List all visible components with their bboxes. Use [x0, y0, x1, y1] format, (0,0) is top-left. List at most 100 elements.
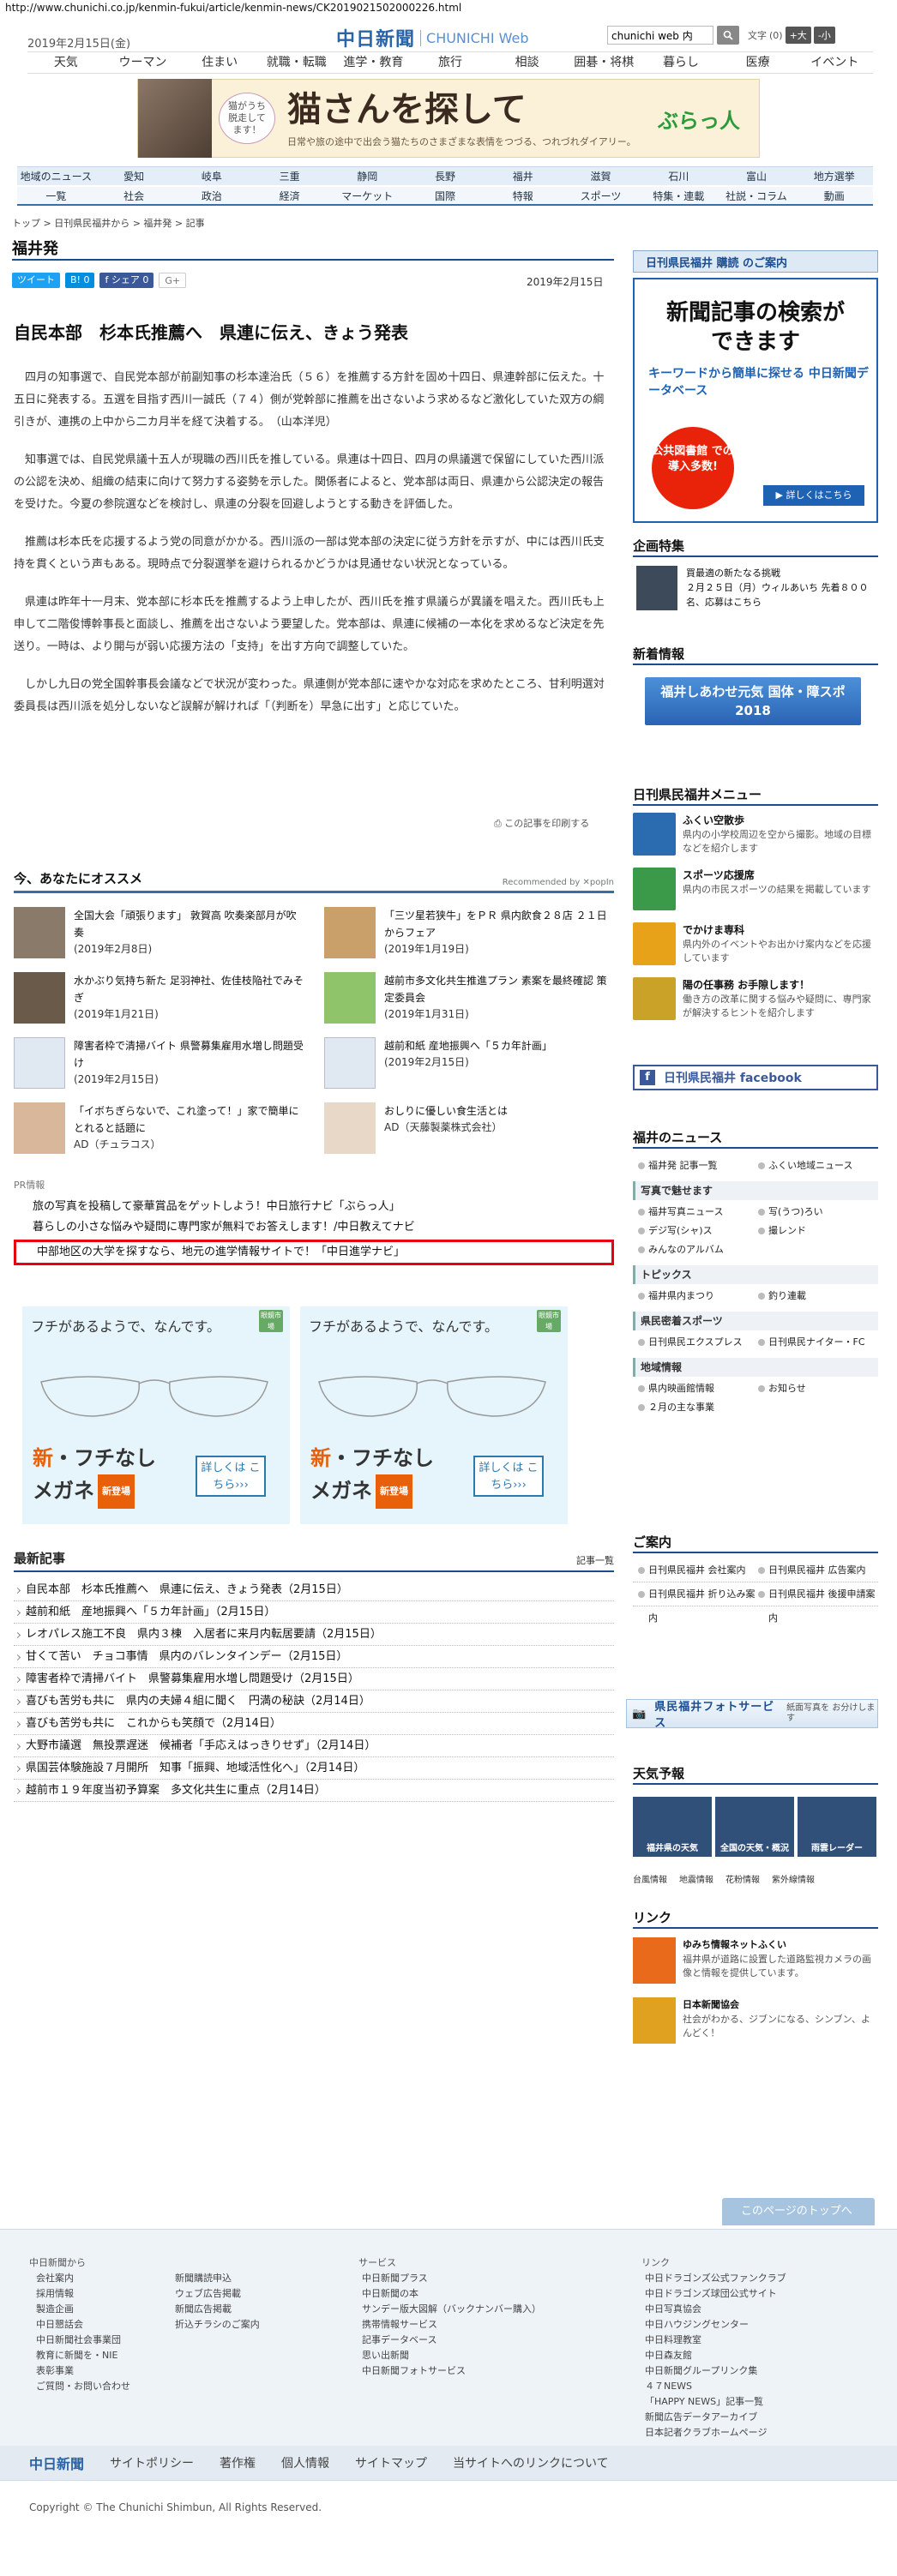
weather-link[interactable]: 紫外線情報 [772, 1872, 815, 1885]
genre-nav-item[interactable]: 動画 [795, 187, 873, 204]
global-nav-item[interactable]: 囲碁・将棋 [565, 52, 642, 73]
latest-item[interactable]: 喜びも苦労も共に これからも笑顔で（2月14日） [14, 1713, 614, 1735]
guide-link[interactable]: 日刊県民福井 折り込み案内 [638, 1582, 758, 1630]
recommend-card[interactable]: 全国大会「頑張ります」 敦賀高 吹奏楽部月が吹奏 (2019年2月8日) [14, 907, 304, 960]
footer-link[interactable]: 「HAPPY NEWS」記事一覧 [645, 2394, 882, 2410]
regional-nav-item[interactable]: 地域のニュース [17, 167, 95, 185]
regional-nav-item[interactable]: 愛知 [95, 167, 173, 185]
subscribe-banner[interactable]: 日刊県民福井 購読 のご案内 [633, 250, 878, 273]
footer-bar-link[interactable]: サイトマップ [355, 2454, 427, 2471]
facebook-share-button[interactable]: f シェア 0 [99, 273, 154, 288]
glasses-ad[interactable]: 眼鏡市場 フチがあるようで、なんです。 新・フチなし メガネ 新登場 詳しくは こち… [300, 1306, 568, 1524]
genre-nav-item[interactable]: 国際 [406, 187, 485, 204]
footer-bar-link[interactable]: 当サイトへのリンクについて [453, 2454, 609, 2471]
glasses-ad[interactable]: 眼鏡市場 フチがあるようで、なんです。 新・フチなし メガネ 新登場 詳しくは こち… [22, 1306, 290, 1524]
footer-link[interactable]: 中日新聞プラス [362, 2271, 641, 2286]
weather-tile[interactable]: 全国の天気・概況 [715, 1797, 794, 1857]
guide-link[interactable]: 日刊県民福井 会社案内 [638, 1558, 758, 1582]
footer-link[interactable]: 中日新聞の本 [362, 2286, 641, 2302]
footer-link[interactable]: 中日新聞フォトサービス [362, 2363, 641, 2379]
footer-link[interactable]: 記事データベース [362, 2333, 641, 2348]
recommend-card[interactable]: 越前市多文化共生推進プラン 素案を最終確認 策定委員会 (2019年1月31日) [324, 972, 614, 1025]
latest-item[interactable]: 越前和紙 産地振興へ「５カ年計画」（2月15日） [14, 1601, 614, 1624]
global-nav-item[interactable]: 暮らし [642, 52, 719, 73]
ad-more-button[interactable]: 詳しくは こちら››› [196, 1456, 266, 1497]
latest-item[interactable]: 甘くて苦い チョコ事情 県内のバレンタインデー（2月15日） [14, 1646, 614, 1668]
fukui-news-link[interactable]: 写(うつ)ろい [758, 1203, 878, 1222]
latest-item[interactable]: 障害者枠で清掃バイト 県警募集雇用水増し問題受け（2月15日） [14, 1668, 614, 1690]
pr-link[interactable]: 暮らしの小さな悩みや疑問に専門家が無料でお答えします！/中日教えてナビ [14, 1217, 614, 1238]
recommend-card[interactable]: 障害者枠で清掃バイト 県警募集雇用水増し問題受け (2019年2月15日) [14, 1037, 304, 1090]
recommend-card[interactable]: 越前和紙 産地振興へ「５カ年計画」 (2019年2月15日) [324, 1037, 614, 1090]
gplus-button[interactable]: G+ [159, 273, 187, 288]
feature-item[interactable]: 買最適の新たなる挑戦 ２月２５日（月）ウィルあいち 先着８００名、応募はこちら [636, 566, 876, 610]
recommend-card[interactable]: おしりに優しい食生活とは AD（天藤製薬株式会社） [324, 1102, 614, 1156]
search-input[interactable] [607, 26, 713, 45]
db-ad-more-button[interactable]: ▶ 詳しくはこちら [763, 485, 864, 506]
fukui-news-link[interactable]: ２月の主な事業 [638, 1398, 758, 1417]
menu-item[interactable]: ふくい空散歩 県内の小学校周辺を空から撮影。地域の目標などを紹介します [633, 813, 878, 857]
regional-nav-item[interactable]: 長野 [406, 167, 485, 185]
genre-nav-item[interactable]: 特報 [484, 187, 562, 204]
latest-item[interactable]: レオパレス施工不良 県内３棟 入居者に来月内転居要請（2月15日） [14, 1624, 614, 1646]
footer-link[interactable]: 会社案内 [36, 2271, 175, 2286]
latest-item[interactable]: 県国芸体験施設７月開所 知事「振興、地域活性化へ」（2月14日） [14, 1757, 614, 1780]
latest-more-link[interactable]: 記事一覧 [576, 1553, 614, 1567]
genre-nav-item[interactable]: 社説・コラム [718, 187, 796, 204]
fukui-news-link[interactable]: 県内映画館情報 [638, 1379, 758, 1398]
print-link[interactable]: ⎙ この記事を印刷する [494, 816, 589, 830]
fukui-news-link[interactable]: 福井写真ニュース [638, 1203, 758, 1222]
footer-link[interactable]: 日本記者クラブホームページ [645, 2425, 882, 2441]
regional-nav-item[interactable]: 滋賀 [562, 167, 640, 185]
global-nav-item[interactable]: 就職・転職 [258, 52, 335, 73]
genre-nav-item[interactable]: マーケット [328, 187, 406, 204]
footer-link[interactable]: 製造企画 [36, 2302, 175, 2317]
footer-link[interactable]: 採用情報 [36, 2286, 175, 2302]
guide-link[interactable]: 日刊県民福井 広告案内 [758, 1558, 878, 1582]
footer-link[interactable]: 中日森友館 [645, 2348, 882, 2363]
link-item[interactable]: ゆみち情報ネットふくい 福井県が道路に設置した道路監視カメラの画像と情報を提供して… [633, 1937, 878, 1985]
regional-nav-item[interactable]: 石川 [640, 167, 718, 185]
weather-link[interactable]: 台風情報 [633, 1872, 667, 1885]
regional-nav-item[interactable]: 地方選挙 [795, 167, 873, 185]
footer-link[interactable]: 中日写真協会 [645, 2302, 882, 2317]
weather-tile[interactable]: 雨雲レーダー [798, 1797, 876, 1857]
tweet-button[interactable]: ツイート [12, 273, 60, 288]
footer-bar-link[interactable]: サイトポリシー [110, 2454, 194, 2471]
breadcrumb[interactable]: トップ > 日刊県民福井から > 福井発 > 記事 [12, 216, 205, 230]
text-bigger-button[interactable]: +大 [785, 27, 811, 44]
global-nav-item[interactable]: 相談 [489, 52, 566, 73]
footer-link[interactable]: 中日新聞グループリンク集 [645, 2363, 882, 2379]
menu-item[interactable]: でかけま専科 県内外のイベントやお出かけ案内などを応援しています [633, 922, 878, 967]
global-nav-item[interactable]: 進学・教育 [335, 52, 412, 73]
genre-nav-item[interactable]: 一覧 [17, 187, 95, 204]
kokutai-banner[interactable]: 福井しあわせ元気 国体・障スポ 2018 [645, 677, 861, 725]
footer-link[interactable]: 新聞広告データアーカイブ [645, 2410, 882, 2425]
genre-nav-item[interactable]: 政治 [172, 187, 250, 204]
regional-nav-item[interactable]: 三重 [250, 167, 328, 185]
cat-banner-ad[interactable]: 猫がうち 脱走して ます！ 猫さんを探して 日常や旅の途中で出会う猫たちのさまざ… [137, 79, 760, 158]
footer-link[interactable]: 思い出新聞 [362, 2348, 641, 2363]
popin-credit[interactable]: Recommended by ✕popIn [503, 878, 614, 887]
weather-link[interactable]: 地震情報 [679, 1872, 713, 1885]
guide-link[interactable]: 日刊県民福井 後援申請案内 [758, 1582, 878, 1630]
footer-link[interactable]: 中日料理教室 [645, 2333, 882, 2348]
weather-link[interactable]: 花粉情報 [725, 1872, 760, 1885]
genre-nav-item[interactable]: スポーツ [562, 187, 640, 204]
photo-service-banner[interactable]: 📷 県民福井フォトサービス 紙面写真を お分けします [626, 1699, 878, 1730]
menu-item[interactable]: スポーツ応援席 県内の市民スポーツの結果を掲載しています [633, 868, 878, 912]
footer-link[interactable]: 中日ハウジングセンター [645, 2317, 882, 2333]
database-ad[interactable]: 新聞記事の検索ができます キーワードから簡単に探せる 中日新聞データベース 公共… [633, 278, 878, 523]
fukui-news-link[interactable]: みんなのアルバム [638, 1240, 758, 1259]
footer-link[interactable]: ご質問・お問い合わせ [36, 2379, 175, 2394]
footer-link[interactable]: 中日新聞社会事業団 [36, 2333, 175, 2348]
footer-link[interactable]: 教育に新聞を・NIE [36, 2348, 175, 2363]
fukui-news-link[interactable]: 日刊県民ナイター・FC [758, 1333, 878, 1352]
global-nav-item[interactable]: イベント [796, 52, 873, 73]
regional-nav-item[interactable]: 福井 [484, 167, 562, 185]
footer-logo[interactable]: 中日新聞 [29, 2453, 84, 2473]
latest-item[interactable]: 越前市１９年度当初予算案 多文化共生に重点（2月14日） [14, 1780, 614, 1802]
footer-link[interactable]: 中日懇話会 [36, 2317, 175, 2333]
recommend-card[interactable]: 「イボちぎらないで、これ塗って！」家で簡単にとれると話題に AD（チュラコス） [14, 1102, 304, 1156]
footer-link[interactable]: 新聞広告掲載 [175, 2302, 346, 2317]
